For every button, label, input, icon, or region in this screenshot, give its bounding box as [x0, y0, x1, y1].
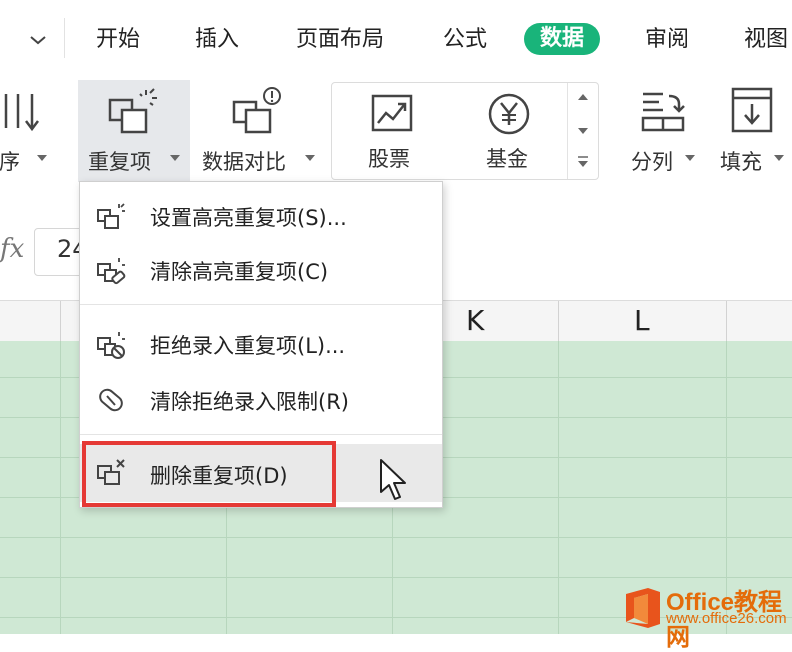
column-header-k[interactable]: K — [466, 304, 484, 337]
fill-down-icon — [731, 87, 773, 133]
tab-review[interactable]: 审阅 — [645, 24, 689, 56]
column-divider — [726, 301, 727, 341]
clear-highlight-icon — [97, 258, 126, 285]
menu-separator — [80, 304, 442, 305]
data-compare-button[interactable]: 数据对比 — [198, 80, 318, 180]
menu-item-clear-highlight[interactable]: 清除高亮重复项(C) — [80, 244, 442, 296]
column-divider — [60, 301, 61, 341]
menu-item-highlight-duplicates[interactable]: 设置高亮重复项(S)... — [80, 190, 442, 242]
stock-button[interactable]: 股票 — [342, 83, 442, 179]
fill-label: 填充 — [720, 150, 762, 174]
office-logo-icon — [626, 588, 660, 628]
menu-separator — [80, 434, 442, 435]
highlight-duplicates-icon — [97, 203, 125, 229]
tab-view[interactable]: 视图 — [744, 24, 788, 56]
sort-label: 排序 — [0, 150, 20, 174]
column-header-l[interactable]: L — [634, 304, 650, 337]
tab-data[interactable]: 数据 — [524, 23, 601, 55]
stock-chart-icon — [371, 94, 413, 132]
duplicates-label: 重复项 — [88, 150, 151, 174]
fx-icon[interactable]: fx — [0, 234, 24, 264]
tab-bar: 开始 插入 页面布局 公式 数据 审阅 视图 — [0, 0, 792, 80]
stock-label: 股票 — [368, 147, 410, 171]
expand-gallery-icon[interactable] — [577, 155, 589, 169]
menu-item-label: 设置高亮重复项(S)... — [150, 206, 347, 230]
split-label: 分列 — [631, 150, 673, 174]
data-type-gallery: 股票 基金 — [331, 82, 599, 180]
split-columns-icon — [641, 92, 685, 132]
tab-separator — [64, 18, 65, 58]
data-compare-icon — [232, 87, 281, 134]
tab-home[interactable]: 开始 — [96, 24, 140, 56]
annotation-highlight-box — [82, 441, 336, 507]
duplicates-button[interactable]: 重复项 — [78, 80, 190, 182]
tab-page-layout[interactable]: 页面布局 — [296, 24, 384, 56]
mouse-cursor-icon — [380, 459, 406, 500]
chevron-down-icon — [685, 155, 695, 161]
reject-duplicates-icon — [97, 332, 125, 359]
data-compare-label: 数据对比 — [202, 150, 286, 174]
menu-item-clear-restriction[interactable]: 清除拒绝录入限制(R) — [80, 374, 442, 426]
gallery-scroll — [567, 83, 598, 179]
grid-line — [0, 577, 792, 578]
duplicates-icon — [108, 88, 157, 134]
tab-formulas[interactable]: 公式 — [443, 24, 487, 56]
menu-item-label: 清除拒绝录入限制(R) — [150, 390, 349, 414]
yen-coin-icon — [488, 93, 530, 135]
scroll-down-icon[interactable] — [578, 127, 588, 135]
fund-label: 基金 — [486, 147, 528, 171]
menu-item-label: 拒绝录入重复项(L)... — [150, 334, 346, 358]
clear-restriction-icon — [99, 388, 123, 412]
column-divider — [558, 301, 559, 341]
fill-button[interactable]: 填充 — [712, 80, 792, 180]
fund-button[interactable]: 基金 — [460, 83, 560, 179]
chevron-down-icon[interactable] — [26, 28, 50, 52]
watermark-url: www.office26.com — [666, 610, 787, 627]
scroll-up-icon[interactable] — [578, 93, 588, 101]
chevron-down-icon — [170, 155, 180, 161]
grid-line — [0, 537, 792, 538]
menu-item-label: 清除高亮重复项(C) — [150, 260, 329, 284]
tab-insert[interactable]: 插入 — [195, 24, 239, 56]
chevron-down-icon — [774, 155, 784, 161]
watermark: Office教程网 www.office26.com — [600, 582, 792, 651]
split-button[interactable]: 分列 — [625, 80, 705, 180]
chevron-down-icon — [37, 155, 47, 161]
menu-item-reject-duplicates[interactable]: 拒绝录入重复项(L)... — [80, 318, 442, 370]
sort-icon — [4, 94, 39, 132]
grid-line — [558, 341, 559, 634]
chevron-down-icon — [305, 155, 315, 161]
sort-button[interactable]: 排序 — [0, 80, 60, 180]
grid-line — [60, 341, 61, 634]
